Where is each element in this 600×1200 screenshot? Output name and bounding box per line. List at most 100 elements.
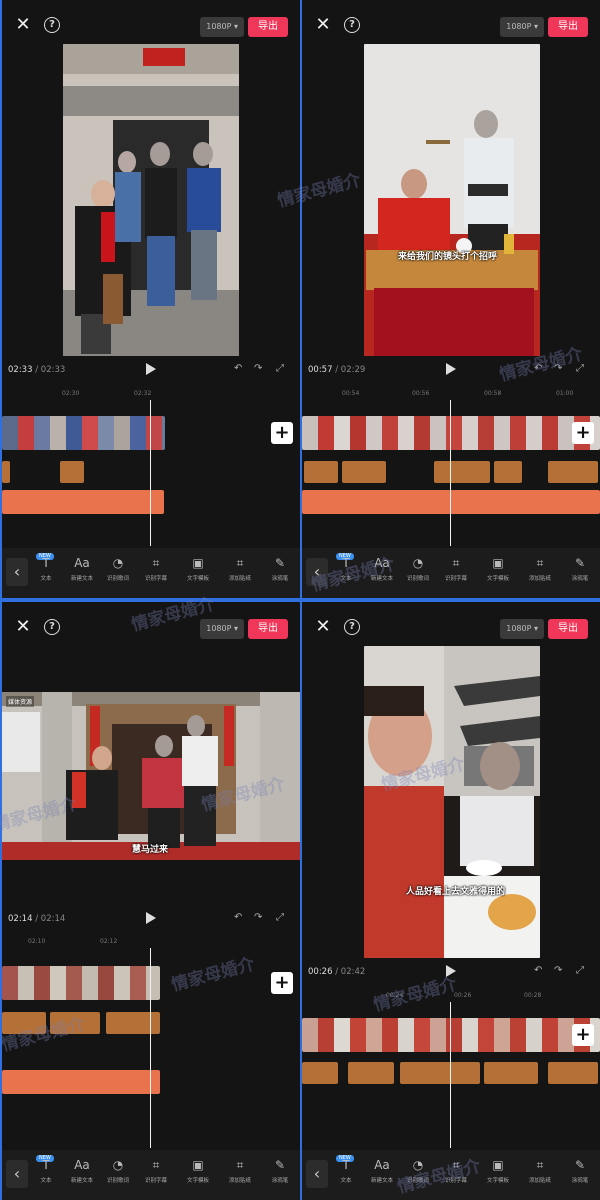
tool-doodle[interactable]: ✎ 涂鸦笔 (262, 556, 298, 592)
back-chevron-icon[interactable]: ‹ (306, 558, 328, 586)
tool-text-template[interactable]: ▣ 文字模板 (180, 556, 216, 592)
play-icon[interactable] (446, 965, 456, 977)
video-track[interactable] (2, 966, 160, 1000)
bottom-toolbar: ‹ NEW T 文本 Aa 新建文本 ◔ 识别歌词 ⌗ 识别字幕 ▣ 文字模板 ⌗ 添加贴纸… (2, 548, 300, 598)
export-button[interactable]: 导出 (248, 619, 288, 639)
editor-panel-1: ✕ ? 1080P ▾ 导出 02:33 / 02:33 ↶ ↷ ⤢ 02:30… (2, 0, 300, 598)
back-chevron-icon[interactable]: ‹ (6, 558, 28, 586)
fullscreen-icon[interactable]: ⤢ (276, 912, 284, 923)
undo-icon[interactable]: ↶ (534, 965, 542, 976)
export-button[interactable]: 导出 (248, 17, 288, 37)
resolution-select[interactable]: 1080P ▾ (500, 17, 544, 37)
undo-icon[interactable]: ↶ (234, 912, 242, 923)
tool-sticker[interactable]: ⌗ 添加贴纸 (522, 1158, 558, 1194)
redo-icon[interactable]: ↷ (254, 363, 262, 374)
playhead[interactable] (450, 1002, 451, 1148)
resolution-select[interactable]: 1080P ▾ (200, 619, 244, 639)
fullscreen-icon[interactable]: ⤢ (276, 363, 284, 374)
subtitle-clip[interactable] (494, 461, 522, 483)
audio-track[interactable] (302, 490, 600, 514)
audio-track[interactable] (2, 490, 164, 514)
redo-icon[interactable]: ↷ (554, 363, 562, 374)
tool-captions[interactable]: ⌗ 识别字幕 (138, 1158, 174, 1194)
playhead[interactable] (150, 400, 151, 546)
add-clip-button[interactable]: + (271, 972, 293, 994)
tool-text[interactable]: T 文本 (28, 1158, 64, 1194)
tool-new-text[interactable]: Aa 新建文本 (64, 1158, 100, 1194)
resolution-select[interactable]: 1080P ▾ (500, 619, 544, 639)
undo-icon[interactable]: ↶ (534, 363, 542, 374)
tool-captions[interactable]: ⌗ 识别字幕 (438, 556, 474, 592)
fullscreen-icon[interactable]: ⤢ (576, 965, 584, 976)
video-preview (63, 44, 239, 356)
export-button[interactable]: 导出 (548, 17, 588, 37)
subtitle-clip[interactable] (106, 1012, 160, 1034)
tool-captions[interactable]: ⌗ 识别字幕 (438, 1158, 474, 1194)
subtitle-clip[interactable] (548, 461, 598, 483)
undo-icon[interactable]: ↶ (234, 363, 242, 374)
subtitle-clip[interactable] (400, 1062, 480, 1084)
tool-captions[interactable]: ⌗ 识别字幕 (138, 556, 174, 592)
play-icon[interactable] (446, 363, 456, 375)
play-icon[interactable] (146, 363, 156, 375)
subtitle-clip[interactable] (342, 461, 386, 483)
add-clip-button[interactable]: + (572, 422, 594, 444)
tool-text[interactable]: T 文本 (328, 1158, 364, 1194)
subtitle-clip[interactable] (302, 1062, 338, 1084)
help-icon[interactable]: ? (44, 619, 60, 635)
help-icon[interactable]: ? (44, 17, 60, 33)
close-icon[interactable]: ✕ (314, 16, 332, 34)
tool-doodle[interactable]: ✎ 涂鸦笔 (562, 556, 598, 592)
subtitle-clip[interactable] (548, 1062, 598, 1084)
video-track[interactable] (302, 416, 600, 450)
subtitle-overlay[interactable]: 来给我们的镜头打个招呼 (398, 249, 497, 262)
back-chevron-icon[interactable]: ‹ (306, 1160, 328, 1188)
redo-icon[interactable]: ↷ (554, 965, 562, 976)
add-clip-button[interactable]: + (572, 1024, 594, 1046)
subtitle-clip[interactable] (304, 461, 338, 483)
back-chevron-icon[interactable]: ‹ (6, 1160, 28, 1188)
tool-text-template[interactable]: ▣ 文字模板 (180, 1158, 216, 1194)
tool-sticker[interactable]: ⌗ 添加贴纸 (222, 1158, 258, 1194)
resolution-select[interactable]: 1080P ▾ (200, 17, 244, 37)
subtitle-clip[interactable] (2, 1012, 46, 1034)
tool-text-template[interactable]: ▣ 文字模板 (480, 556, 516, 592)
tool-lyrics[interactable]: ◔ 识别歌词 (100, 556, 136, 592)
tool-text[interactable]: T 文本 (28, 556, 64, 592)
tool-lyrics[interactable]: ◔ 识别歌词 (400, 556, 436, 592)
help-icon[interactable]: ? (344, 17, 360, 33)
tool-sticker[interactable]: ⌗ 添加贴纸 (222, 556, 258, 592)
help-icon[interactable]: ? (344, 619, 360, 635)
tool-new-text[interactable]: Aa 新建文本 (364, 556, 400, 592)
close-icon[interactable]: ✕ (14, 16, 32, 34)
export-button[interactable]: 导出 (548, 619, 588, 639)
tool-text-template[interactable]: ▣ 文字模板 (480, 1158, 516, 1194)
subtitle-clip[interactable] (2, 461, 10, 483)
fullscreen-icon[interactable]: ⤢ (576, 363, 584, 374)
close-icon[interactable]: ✕ (14, 618, 32, 636)
subtitle-clip[interactable] (434, 461, 490, 483)
tool-lyrics[interactable]: ◔ 识别歌词 (100, 1158, 136, 1194)
video-track[interactable] (302, 1018, 600, 1052)
subtitle-clip[interactable] (50, 1012, 100, 1034)
playhead[interactable] (450, 400, 451, 546)
subtitle-overlay[interactable]: 慧马过来 (132, 842, 168, 855)
close-icon[interactable]: ✕ (314, 618, 332, 636)
play-icon[interactable] (146, 912, 156, 924)
playhead[interactable] (150, 948, 151, 1148)
tool-sticker[interactable]: ⌗ 添加贴纸 (522, 556, 558, 592)
subtitle-clip[interactable] (484, 1062, 538, 1084)
tool-new-text[interactable]: Aa 新建文本 (64, 556, 100, 592)
tool-doodle[interactable]: ✎ 涂鸦笔 (262, 1158, 298, 1194)
audio-track[interactable] (2, 1070, 160, 1094)
add-clip-button[interactable]: + (271, 422, 293, 444)
redo-icon[interactable]: ↷ (254, 912, 262, 923)
tool-new-text[interactable]: Aa 新建文本 (364, 1158, 400, 1194)
tool-lyrics[interactable]: ◔ 识别歌词 (400, 1158, 436, 1194)
subtitle-clip[interactable] (348, 1062, 394, 1084)
tool-text[interactable]: T 文本 (328, 556, 364, 592)
video-track[interactable] (2, 416, 165, 450)
tool-doodle[interactable]: ✎ 涂鸦笔 (562, 1158, 598, 1194)
subtitle-overlay[interactable]: 人品好看上去文雅得用的 (406, 884, 505, 897)
subtitle-clip[interactable] (60, 461, 84, 483)
